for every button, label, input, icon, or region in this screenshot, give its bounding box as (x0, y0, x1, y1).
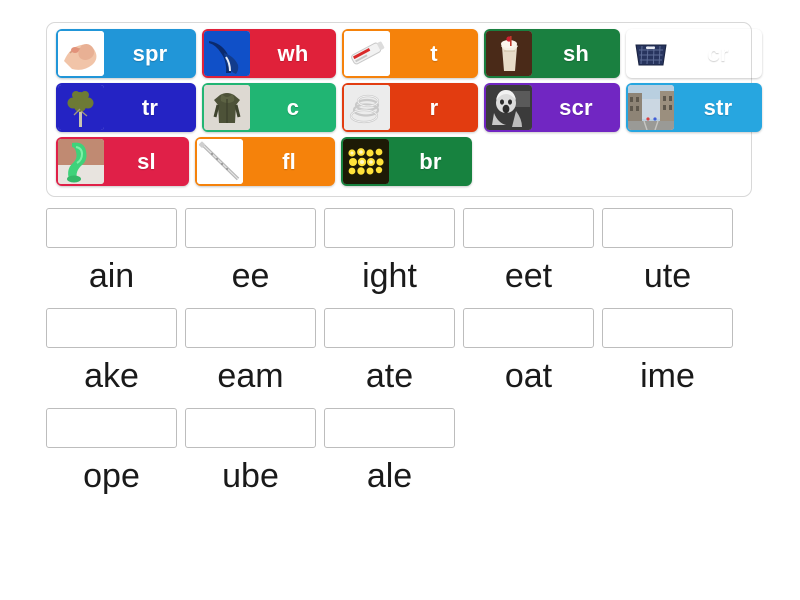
tile-row: spr wh t sh cr (52, 29, 746, 78)
answer-cell-ute: ute (602, 208, 733, 296)
draggable-tile-cr[interactable]: cr (626, 29, 762, 78)
answer-area: ain ee ight eet ute ake eam ate oat ime ope ube ale (46, 208, 762, 508)
tile-label: cr (707, 40, 729, 66)
answer-row: ope ube ale (46, 408, 762, 496)
tile-row: tr c r scr str (52, 83, 762, 132)
draggable-tile-fl[interactable]: fl (195, 137, 335, 186)
draggable-tile-sh[interactable]: sh (484, 29, 620, 78)
drop-target-ight[interactable] (324, 208, 455, 248)
answer-cell-ain: ain (46, 208, 177, 296)
drop-target-ate[interactable] (324, 308, 455, 349)
word-ending-label: ee (231, 257, 270, 295)
answer-cell-ale: ale (324, 408, 455, 496)
answer-row: ake eam ate oat ime (46, 308, 762, 396)
drop-target-eet[interactable] (463, 208, 594, 248)
word-ending-label: oat (504, 357, 553, 396)
tile-label: sl (137, 148, 156, 174)
draggable-tile-tr[interactable]: tr (56, 83, 196, 132)
tile-label: r (429, 94, 439, 120)
tile-label: fl (282, 148, 296, 174)
sprained-ankle-photo (58, 31, 104, 76)
answer-cell-ube: ube (185, 408, 316, 496)
toothpaste-tube-photo (344, 31, 390, 76)
drop-target-ain[interactable] (46, 208, 177, 248)
tile-label: t (430, 40, 438, 66)
whale-photo (204, 31, 250, 76)
drop-target-ube[interactable] (185, 408, 316, 449)
word-ending-label: ain (88, 257, 135, 295)
answer-cell-oat: oat (463, 308, 594, 396)
word-ending-label: ight (362, 257, 417, 295)
drop-target-eam[interactable] (185, 308, 316, 349)
draggable-tile-br[interactable]: br (341, 137, 472, 186)
answer-cell-eam: eam (185, 308, 316, 396)
tile-row: sl fl br (52, 137, 746, 186)
draggable-tile-sl[interactable]: sl (56, 137, 189, 186)
drop-target-ee[interactable] (185, 208, 316, 248)
slime-photo (58, 139, 104, 184)
draggable-tile-r[interactable]: r (342, 83, 478, 132)
tile-label: tr (141, 94, 159, 120)
draggable-tile-t[interactable]: t (342, 29, 478, 78)
coat-photo (204, 85, 250, 130)
answer-cell-ope: ope (46, 408, 177, 496)
tile-label: c (286, 94, 300, 120)
word-ending-label: ute (643, 257, 692, 295)
milkshake-photo (486, 31, 532, 76)
word-ending-label: ale (366, 457, 413, 496)
drop-target-ime[interactable] (602, 308, 733, 349)
tile-label: sh (562, 40, 590, 66)
drop-target-ope[interactable] (46, 408, 177, 449)
word-ending-label: eet (504, 257, 553, 295)
drop-target-ute[interactable] (602, 208, 733, 248)
tree-photo (58, 85, 104, 130)
draggable-tile-str[interactable]: str (626, 83, 762, 132)
word-ending-label: eam (217, 357, 284, 396)
tile-label: br (419, 148, 442, 174)
answer-cell-ate: ate (324, 308, 455, 396)
tile-label: spr (132, 40, 168, 66)
answer-cell-ake: ake (46, 308, 177, 396)
answer-cell-ee: ee (185, 208, 316, 296)
word-ending-label: ime (640, 357, 695, 396)
bright-lights-photo (343, 139, 389, 184)
word-ending-label: ope (83, 457, 140, 496)
tile-bank-panel: spr wh t sh cr tr c r scr str sl fl br (46, 22, 762, 197)
word-ending-label: ate (365, 357, 414, 396)
word-ending-label: ake (84, 357, 139, 396)
word-ending-label: ube (222, 457, 279, 496)
crate-photo (628, 31, 674, 76)
answer-row: ain ee ight eet ute (46, 208, 762, 296)
flute-photo (197, 139, 243, 184)
tile-label: str (703, 94, 733, 120)
street-photo (628, 85, 674, 130)
answer-cell-eet: eet (463, 208, 594, 296)
drop-target-oat[interactable] (463, 308, 594, 349)
draggable-tile-spr[interactable]: spr (56, 29, 196, 78)
screaming-woman-photo (486, 85, 532, 130)
drop-target-ake[interactable] (46, 308, 177, 349)
drop-target-ale[interactable] (324, 408, 455, 449)
tile-label: scr (559, 94, 593, 120)
tile-label: wh (277, 40, 309, 66)
draggable-tile-c[interactable]: c (202, 83, 336, 132)
draggable-tile-wh[interactable]: wh (202, 29, 336, 78)
draggable-tile-scr[interactable]: scr (484, 83, 620, 132)
rope-coil-photo (344, 85, 390, 130)
answer-cell-ight: ight (324, 208, 455, 296)
answer-cell-ime: ime (602, 308, 733, 396)
